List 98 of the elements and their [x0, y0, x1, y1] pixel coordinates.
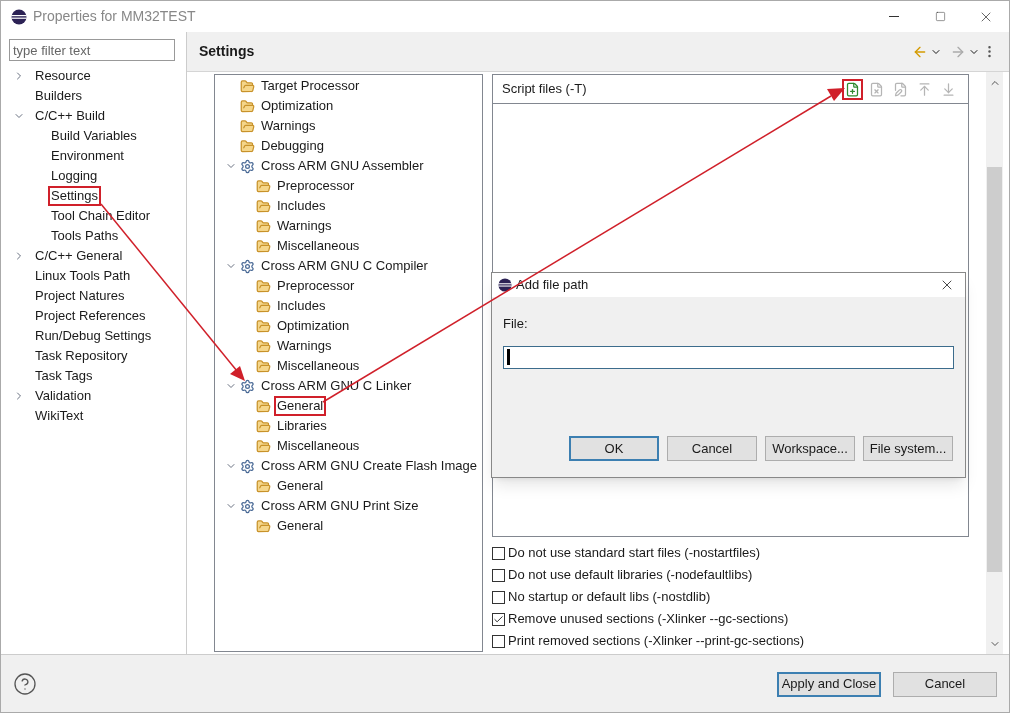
- tree-item[interactable]: Miscellaneous: [274, 236, 363, 256]
- checkbox-label: Remove unused sections (-Xlinker --gc-sections): [508, 610, 789, 629]
- section-label: Script files (-T): [502, 80, 587, 99]
- sidebar-item[interactable]: Validation: [32, 386, 95, 406]
- folder-icon: [256, 518, 271, 534]
- tree-item[interactable]: Cross ARM GNU Assembler: [258, 156, 427, 176]
- folder-icon: [256, 338, 271, 354]
- tree-item[interactable]: Preprocessor: [274, 276, 358, 296]
- sidebar-item[interactable]: Environment: [48, 146, 127, 166]
- checkbox-label: No startup or default libs (-nostdlib): [508, 588, 711, 607]
- folder-icon: [256, 418, 271, 434]
- arrow-down-icon: [941, 81, 956, 97]
- arrow-up-icon: [917, 81, 932, 97]
- folder-icon: [240, 78, 255, 94]
- dialog-button[interactable]: Cancel: [893, 671, 997, 697]
- file-x-icon: [869, 81, 884, 97]
- minimize-icon: [889, 16, 899, 17]
- help-icon[interactable]: [13, 672, 37, 696]
- tree-item[interactable]: General: [274, 396, 327, 416]
- window-title: Properties for MM32TEST: [33, 7, 196, 26]
- tree-item[interactable]: Optimization: [274, 316, 353, 336]
- sidebar-item[interactable]: Builders: [32, 86, 85, 106]
- folder-icon: [256, 198, 271, 214]
- folder-icon: [256, 478, 271, 494]
- sidebar-item[interactable]: Build Variables: [48, 126, 140, 146]
- filter-field[interactable]: type filter text: [9, 39, 175, 61]
- tree-item[interactable]: Debugging: [258, 136, 327, 156]
- gear-icon: [240, 378, 255, 394]
- tree-item[interactable]: Cross ARM GNU C Compiler: [258, 256, 431, 276]
- checkbox[interactable]: [492, 634, 505, 648]
- sidebar-item[interactable]: Tools Paths: [48, 226, 122, 246]
- sidebar-item[interactable]: Task Repository: [32, 346, 131, 366]
- app-logo-icon: [498, 278, 512, 292]
- dialog-button[interactable]: File system...: [863, 436, 953, 461]
- sidebar-item[interactable]: Logging: [48, 166, 101, 186]
- folder-icon: [256, 278, 271, 294]
- folder-icon: [256, 218, 271, 234]
- tree-item[interactable]: Optimization: [258, 96, 337, 116]
- tree-item[interactable]: Cross ARM GNU Print Size: [258, 496, 422, 516]
- folder-icon: [256, 298, 271, 314]
- tree-item[interactable]: Miscellaneous: [274, 436, 363, 456]
- tree-item[interactable]: Warnings: [258, 116, 319, 136]
- sidebar-item[interactable]: Task Tags: [32, 366, 96, 386]
- checkbox[interactable]: [492, 568, 505, 582]
- gear-icon: [240, 158, 255, 174]
- sidebar-item[interactable]: Project Natures: [32, 286, 128, 306]
- tree-item[interactable]: Includes: [274, 296, 329, 316]
- folder-icon: [256, 398, 271, 414]
- scrollbar[interactable]: [986, 72, 1003, 654]
- tree-item[interactable]: Warnings: [274, 216, 335, 236]
- sidebar-item[interactable]: C/C++ General: [32, 246, 126, 266]
- folder-icon: [256, 318, 271, 334]
- folder-icon: [256, 438, 271, 454]
- file-pen-icon: [893, 81, 908, 97]
- folder-icon: [240, 138, 255, 154]
- file-input-field[interactable]: [503, 345, 954, 369]
- gear-icon: [240, 498, 255, 514]
- dialog-title: Add file path: [516, 276, 589, 295]
- tree-item[interactable]: Preprocessor: [274, 176, 358, 196]
- sidebar-item[interactable]: Tool Chain Editor: [48, 206, 153, 226]
- folder-icon: [256, 178, 271, 194]
- tree-item[interactable]: General: [274, 516, 327, 536]
- tree-item[interactable]: Target Processor: [258, 76, 363, 96]
- file-plus-icon: [845, 81, 860, 97]
- dialog-button[interactable]: OK: [569, 436, 659, 461]
- dialog-button[interactable]: Workspace...: [765, 436, 855, 461]
- checkbox-label: Print removed sections (-Xlinker --print-gc-sections): [508, 632, 805, 651]
- checkbox-label: Do not use standard start files (-nostartfiles): [508, 544, 761, 563]
- tree-item[interactable]: Cross ARM GNU Create Flash Image: [258, 456, 480, 476]
- sidebar-item[interactable]: C/C++ Build: [32, 106, 109, 126]
- folder-icon: [240, 98, 255, 114]
- sidebar-item[interactable]: Settings: [48, 186, 101, 206]
- tree-item[interactable]: General: [274, 476, 327, 496]
- checkbox[interactable]: [492, 590, 505, 604]
- page-title: Settings: [199, 42, 255, 61]
- sidebar-item[interactable]: Project References: [32, 306, 149, 326]
- toolbar-button[interactable]: [842, 78, 863, 100]
- tree-item[interactable]: Miscellaneous: [274, 356, 363, 376]
- folder-icon: [256, 238, 271, 254]
- sidebar-item[interactable]: Linux Tools Path: [32, 266, 134, 286]
- tree-item[interactable]: Warnings: [274, 336, 335, 356]
- tree-item[interactable]: Includes: [274, 196, 329, 216]
- sidebar-item[interactable]: Run/Debug Settings: [32, 326, 155, 346]
- checkbox-label: Do not use default libraries (-nodefaultlibs): [508, 566, 753, 585]
- field-label: File:: [503, 315, 529, 333]
- maximize-icon: [934, 11, 946, 22]
- sidebar-item[interactable]: WikiText: [32, 406, 87, 426]
- dialog-button[interactable]: Cancel: [667, 436, 757, 461]
- dialog-button[interactable]: Apply and Close: [777, 671, 881, 697]
- checkbox[interactable]: [492, 546, 505, 560]
- app-logo-icon: [11, 8, 27, 25]
- folder-icon: [256, 358, 271, 374]
- sidebar-item[interactable]: Resource: [32, 66, 94, 86]
- folder-icon: [240, 118, 255, 134]
- gear-icon: [240, 458, 255, 474]
- tree-item[interactable]: Libraries: [274, 416, 330, 436]
- checkbox[interactable]: [492, 612, 505, 626]
- gear-icon: [240, 258, 255, 274]
